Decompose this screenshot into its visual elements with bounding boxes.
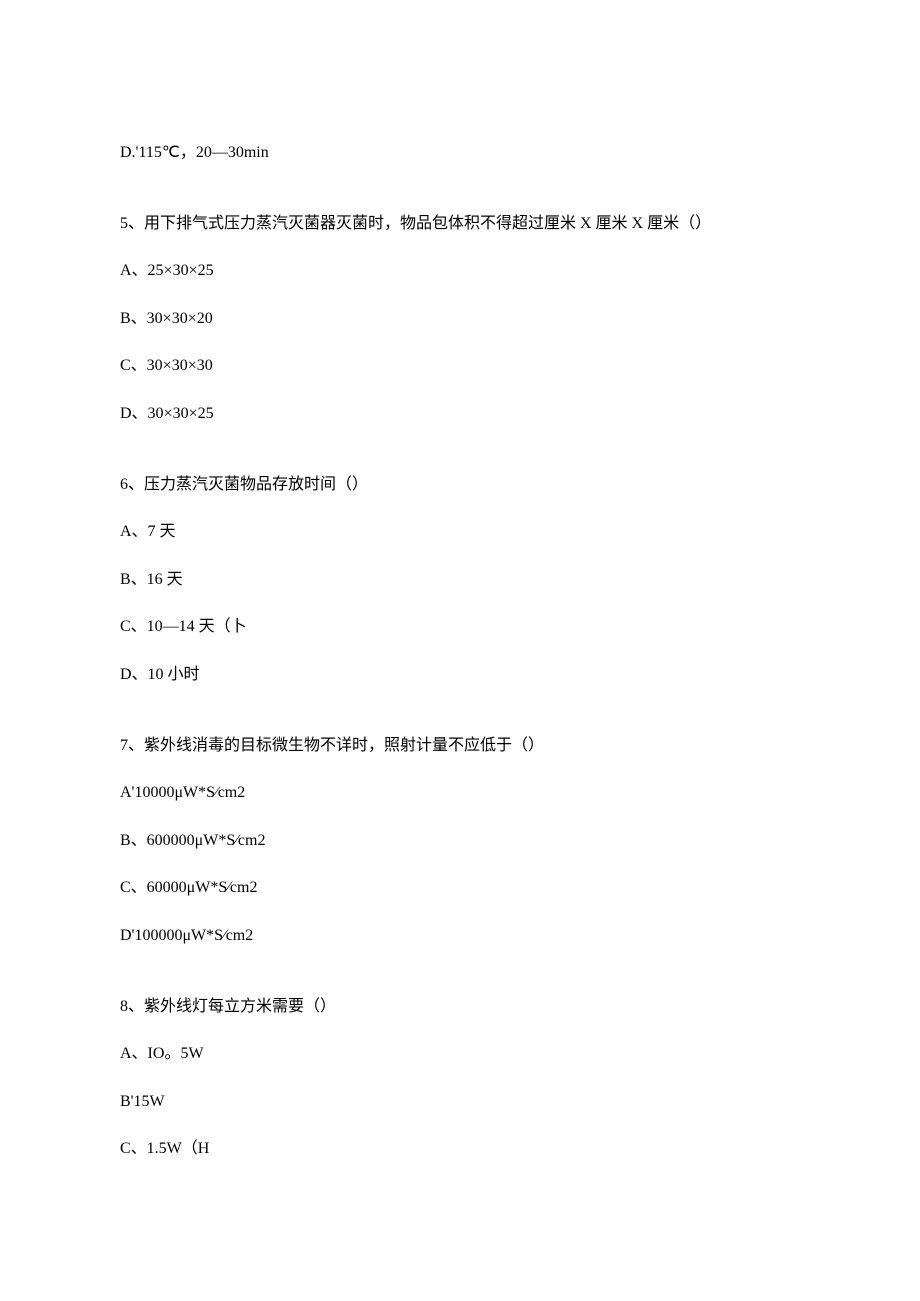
option-d: D'100000μW*S⁄cm2	[120, 923, 800, 949]
option-b: B、30×30×20	[120, 306, 800, 332]
option-a: A、IO。5W	[120, 1041, 800, 1067]
question-stem: 6、压力蒸汽灭菌物品存放时间（）	[120, 472, 800, 498]
question-stem: 8、紫外线灯每立方米需要（）	[120, 994, 800, 1020]
question-5: 5、用下排气式压力蒸汽灭菌器灭菌时，物品包体积不得超过厘米 X 厘米 X 厘米（…	[120, 211, 800, 427]
option-c: C、60000μW*S⁄cm2	[120, 875, 800, 901]
question-8: 8、紫外线灯每立方米需要（） A、IO。5W B'15W C、1.5W（H	[120, 994, 800, 1162]
option-d: D、30×30×25	[120, 401, 800, 427]
question-6: 6、压力蒸汽灭菌物品存放时间（） A、7 天 B、16 天 C、10—14 天（…	[120, 472, 800, 688]
option-b: B'15W	[120, 1089, 800, 1115]
option-a: A、7 天	[120, 519, 800, 545]
option-c: C、10—14 天（卜	[120, 614, 800, 640]
option-b: B、16 天	[120, 567, 800, 593]
option-d: D、10 小时	[120, 662, 800, 688]
option-d: D.'115℃，20—30min	[120, 140, 800, 166]
option-b: B、600000μW*S⁄cm2	[120, 828, 800, 854]
option-a: A'10000μW*S⁄cm2	[120, 780, 800, 806]
option-c: C、1.5W（H	[120, 1136, 800, 1162]
question-stem: 5、用下排气式压力蒸汽灭菌器灭菌时，物品包体积不得超过厘米 X 厘米 X 厘米（…	[120, 211, 800, 237]
question-7: 7、紫外线消毒的目标微生物不详时，照射计量不应低于（） A'10000μW*S⁄…	[120, 733, 800, 949]
question-stem: 7、紫外线消毒的目标微生物不详时，照射计量不应低于（）	[120, 733, 800, 759]
question-4-tail: D.'115℃，20—30min	[120, 140, 800, 166]
option-c: C、30×30×30	[120, 353, 800, 379]
option-a: A、25×30×25	[120, 258, 800, 284]
